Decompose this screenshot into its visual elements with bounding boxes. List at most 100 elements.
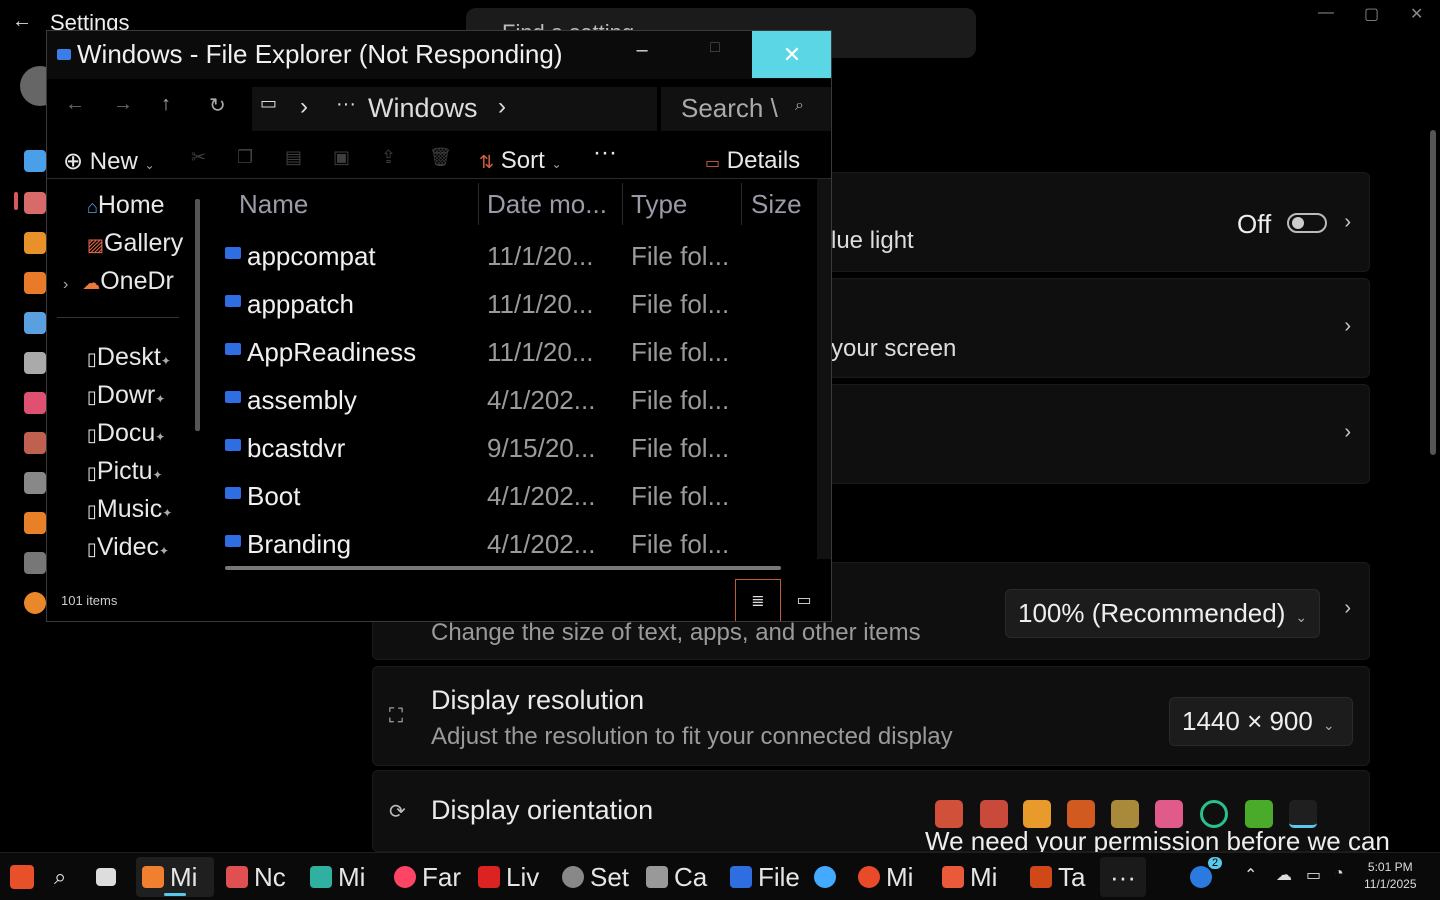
app-icon[interactable] <box>935 800 963 828</box>
delete-icon[interactable]: 🗑 <box>429 147 452 168</box>
taskbar-app-6[interactable]: Set <box>562 857 632 897</box>
chip-icon[interactable] <box>1245 800 1273 828</box>
maximize-button[interactable]: □ <box>695 39 735 71</box>
taskbar-app-2[interactable]: Nc <box>226 857 296 897</box>
horizontal-scrollbar[interactable] <box>225 566 781 570</box>
sidebar-item-onedrive[interactable]: › ☁OneDr <box>63 267 174 296</box>
apps-icon[interactable] <box>24 352 46 374</box>
forward-arrow-icon[interactable]: → <box>113 93 133 116</box>
gaming-icon[interactable] <box>24 472 46 494</box>
chevron-up-icon[interactable]: ⌃ <box>1244 865 1257 885</box>
breadcrumb-windows[interactable]: Windows <box>368 93 478 124</box>
scale-dropdown[interactable]: 100% (Recommended) ⌄ <box>1005 589 1321 638</box>
column-divider[interactable] <box>478 183 479 225</box>
accounts-icon[interactable] <box>24 392 46 414</box>
sidebar-scrollbar[interactable] <box>195 199 200 431</box>
windows-update-icon[interactable] <box>24 592 46 614</box>
network-icon[interactable]: ◔ <box>1334 865 1344 883</box>
taskbar-overflow-button[interactable]: ··· <box>1100 857 1146 897</box>
taskbar-app-9[interactable] <box>814 857 844 897</box>
vertical-scrollbar[interactable] <box>817 179 831 559</box>
maximize-button[interactable]: ▢ <box>1364 4 1379 24</box>
column-header-type[interactable]: Type <box>631 189 687 220</box>
app-icon[interactable] <box>1200 800 1228 828</box>
close-button[interactable]: ✕ <box>1410 4 1423 24</box>
app-icon[interactable] <box>1289 800 1317 828</box>
table-row[interactable]: apppatch 11/1/20... File fol... <box>207 283 819 331</box>
system-icon[interactable] <box>24 192 46 214</box>
app-icon[interactable] <box>1023 800 1051 828</box>
close-button[interactable]: ✕ <box>752 31 831 78</box>
table-row[interactable]: bcastdvr 9/15/20... File fol... <box>207 427 819 475</box>
search-icon[interactable]: ⌕ <box>54 857 66 897</box>
resolution-dropdown[interactable]: 1440 × 900 ⌄ <box>1169 697 1353 746</box>
sidebar-item-home[interactable]: ⌂Home <box>87 191 165 220</box>
chevron-right-icon[interactable]: › <box>63 276 68 293</box>
column-divider[interactable] <box>622 183 623 225</box>
taskbar-app-1[interactable]: Mi <box>136 857 214 897</box>
table-row[interactable]: Branding 4/1/202... File fol... <box>207 523 819 569</box>
taskbar-app-11[interactable]: Mi <box>942 857 1012 897</box>
up-arrow-icon[interactable]: ↑ <box>161 93 171 116</box>
system-clock[interactable]: 5:01 PM 11/1/2025 <box>1364 859 1417 893</box>
share-icon[interactable]: ⇪ <box>381 147 396 168</box>
back-arrow-icon[interactable]: ← <box>12 10 32 33</box>
accessibility-icon[interactable] <box>24 512 46 534</box>
onedrive-icon[interactable]: ☁ <box>1276 865 1292 885</box>
address-bar[interactable]: ▭ › ··· Windows › <box>252 87 657 131</box>
sidebar-item-videos[interactable]: ▯Videc✦ <box>87 533 169 562</box>
cut-icon[interactable]: ✂ <box>191 147 206 168</box>
sidebar-item-documents[interactable]: ▯Docu✦ <box>87 419 165 448</box>
sidebar-item-downloads[interactable]: ▯Dowr✦ <box>87 381 165 410</box>
more-options-button[interactable]: ··· <box>593 139 617 167</box>
taskbar-app-4[interactable]: Far <box>394 857 464 897</box>
rename-icon[interactable]: ▣ <box>333 147 350 168</box>
taskbar-app-12[interactable]: Ta <box>1030 857 1096 897</box>
monitor-icon[interactable]: ▭ <box>1306 865 1321 885</box>
home-icon[interactable] <box>24 150 46 172</box>
refresh-icon[interactable]: ↻ <box>209 93 226 118</box>
taskbar-app-10[interactable]: Mi <box>858 857 928 897</box>
bluetooth-icon[interactable] <box>24 232 46 254</box>
tiles-view-icon[interactable]: ▭ <box>781 579 827 621</box>
app-icon[interactable] <box>1067 800 1095 828</box>
copy-icon[interactable]: ❐ <box>237 147 253 168</box>
personalization-icon[interactable] <box>24 312 46 334</box>
widgets-button[interactable]: 2 <box>1190 857 1224 897</box>
network-icon[interactable] <box>24 272 46 294</box>
night-light-toggle[interactable] <box>1287 213 1327 233</box>
column-header-name[interactable]: Name <box>239 189 308 220</box>
column-header-date[interactable]: Date mo... <box>487 189 607 220</box>
minimize-button[interactable]: – <box>622 39 662 71</box>
notes-icon[interactable] <box>1111 800 1139 828</box>
table-row[interactable]: Boot 4/1/202... File fol... <box>207 475 819 523</box>
taskbar-app-3[interactable]: Mi <box>310 857 380 897</box>
breadcrumb-overflow[interactable]: ··· <box>336 93 356 116</box>
taskbar-app-8[interactable]: File <box>730 857 800 897</box>
calculator-icon[interactable] <box>980 800 1008 828</box>
minimize-button[interactable]: — <box>1318 4 1334 22</box>
copilot-icon[interactable] <box>1155 800 1183 828</box>
start-button[interactable] <box>10 857 40 897</box>
table-row[interactable]: appcompat 11/1/20... File fol... <box>207 235 819 283</box>
table-row[interactable]: assembly 4/1/202... File fol... <box>207 379 819 427</box>
column-divider[interactable] <box>741 183 742 225</box>
resolution-card[interactable]: ⛶ Display resolution Adjust the resoluti… <box>372 666 1370 766</box>
sidebar-item-desktop[interactable]: ▯Deskt✦ <box>87 343 171 372</box>
title-bar[interactable]: Windows - File Explorer (Not Responding)… <box>47 31 831 79</box>
sidebar-item-pictures[interactable]: ▯Pictu✦ <box>87 457 163 486</box>
table-row[interactable]: AppReadiness 11/1/20... File fol... <box>207 331 819 379</box>
taskbar-app-7[interactable]: Ca <box>646 857 716 897</box>
column-header-size[interactable]: Size <box>751 189 802 220</box>
details-view-icon[interactable]: ≣ <box>735 579 781 621</box>
privacy-icon[interactable] <box>24 552 46 574</box>
paste-icon[interactable]: ▤ <box>285 147 302 168</box>
new-button[interactable]: ⊕ New ⌄ <box>63 147 155 176</box>
settings-scrollbar[interactable] <box>1430 130 1436 455</box>
sort-button[interactable]: ⇅ Sort ⌄ <box>479 147 562 175</box>
time-language-icon[interactable] <box>24 432 46 454</box>
taskbar-app-5[interactable]: Liv <box>478 857 548 897</box>
search-input[interactable]: Search \ ⌕ <box>661 87 831 131</box>
details-button[interactable]: ▭ Details <box>705 147 800 175</box>
sidebar-item-music[interactable]: ▯Music✦ <box>87 495 172 524</box>
